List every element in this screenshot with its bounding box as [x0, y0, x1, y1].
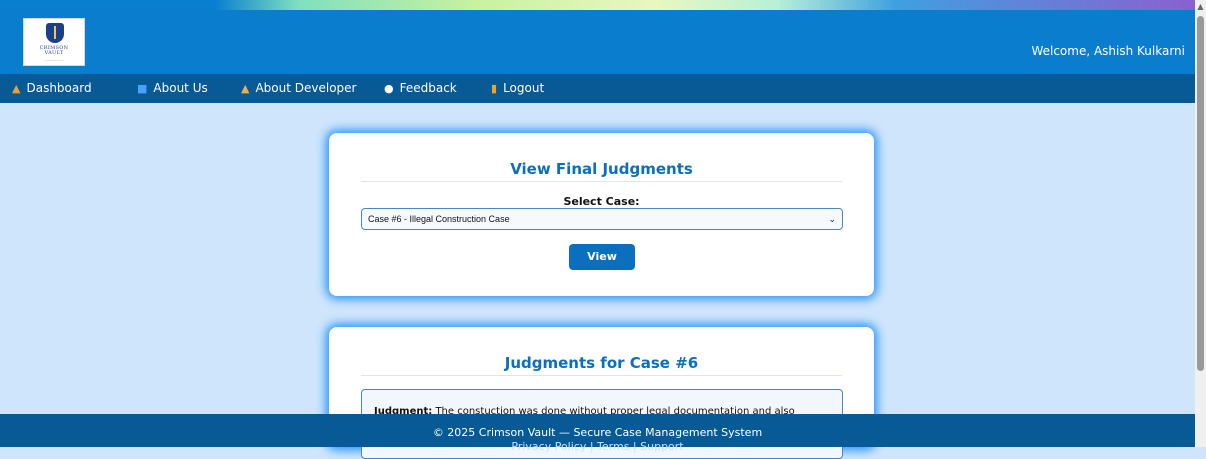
- app-header: CRIMSON VAULT ———————— Welcome, Ashish K…: [0, 10, 1195, 74]
- logo-brand: CRIMSON VAULT: [39, 45, 69, 56]
- view-button[interactable]: View: [569, 244, 635, 270]
- feedback-icon: ●: [384, 82, 394, 95]
- divider: [361, 181, 842, 182]
- divider: [361, 375, 842, 376]
- welcome-text: Welcome, Ashish Kulkarni: [1031, 44, 1185, 58]
- footer: © 2025 Crimson Vault — Secure Case Manag…: [0, 414, 1195, 453]
- nav-item-about-us[interactable]: ■ About Us: [137, 74, 208, 103]
- page-scrollbar[interactable]: ▲: [1195, 0, 1206, 447]
- nav-label: Dashboard: [26, 81, 92, 95]
- logo-tagline: ————————: [44, 59, 64, 62]
- nav-label: Logout: [503, 81, 545, 95]
- scroll-up-icon[interactable]: ▲: [1197, 2, 1204, 12]
- nav-label: About Developer: [255, 81, 357, 95]
- case-select[interactable]: Case #6 - Illegal Construction Case ⌄: [361, 208, 843, 230]
- view-judgments-card: View Final Judgments Select Case: Case #…: [329, 133, 874, 296]
- nav-item-logout[interactable]: ▮ Logout: [491, 74, 544, 103]
- logout-icon: ▮: [491, 82, 498, 95]
- nav-item-about-developer[interactable]: ▲ About Developer: [241, 74, 356, 103]
- crimson-vault-logo[interactable]: CRIMSON VAULT ————————: [23, 18, 85, 66]
- select-case-label: Select Case:: [563, 195, 640, 208]
- main-nav: ▲ Dashboard ■ About Us ▲ About Developer ● F…: [0, 74, 1195, 103]
- nav-item-feedback[interactable]: ● Feedback: [384, 74, 457, 103]
- dashboard-icon: ▲: [12, 82, 21, 95]
- selected-case-text: Case #6 - Illegal Construction Case: [368, 214, 510, 224]
- card-title: Judgments for Case #6: [504, 354, 699, 372]
- shield-scales-icon: [46, 23, 64, 43]
- developer-icon: ▲: [241, 82, 250, 95]
- nav-label: About Us: [153, 81, 208, 95]
- info-icon: ■: [137, 82, 148, 95]
- nav-label: Feedback: [399, 81, 457, 95]
- card-title: View Final Judgments: [510, 160, 693, 178]
- top-gradient-strip: [0, 0, 1195, 10]
- nav-item-dashboard[interactable]: ▲ Dashboard: [12, 74, 92, 103]
- scrollbar-thumb[interactable]: [1197, 16, 1204, 371]
- footer-copyright: © 2025 Crimson Vault — Secure Case Manag…: [432, 426, 763, 439]
- chevron-down-icon: ⌄: [828, 214, 836, 224]
